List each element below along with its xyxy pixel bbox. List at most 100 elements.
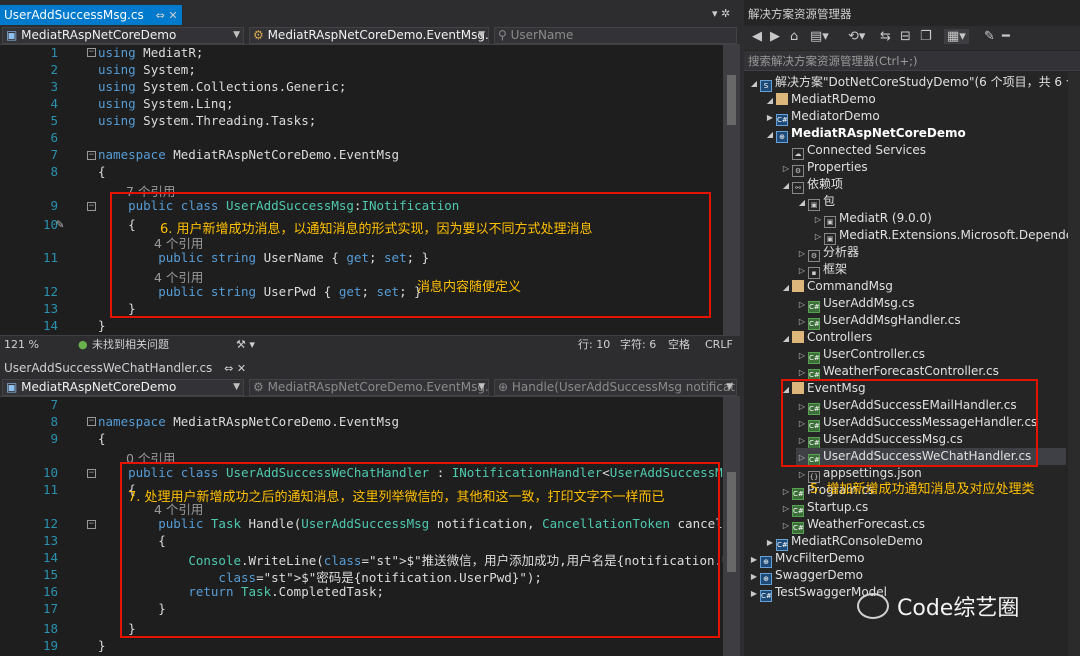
collapse-arrow-icon[interactable]: ▷ <box>780 160 792 177</box>
project-combo[interactable]: ▣ MediatRAspNetCoreDemo ▼ <box>2 379 244 396</box>
line-number: 13 <box>42 533 58 548</box>
collapse-arrow-icon[interactable]: ▶ <box>764 109 776 126</box>
tree-item-properties[interactable]: ▷ ⚙ Properties <box>780 159 868 177</box>
tree-item-dependencies[interactable]: ◢ ⚯ 依赖项 <box>780 176 843 194</box>
brush-icon[interactable]: ⚒ ▾ <box>236 336 255 354</box>
solution-search-input[interactable]: 搜索解决方案资源管理器(Ctrl+;) <box>744 51 1080 71</box>
tree-scrollbar[interactable] <box>1068 72 1080 656</box>
tree-item-useraddmsghandler[interactable]: ▷ C# UserAddMsgHandler.cs <box>796 312 961 330</box>
tree-item-mediatr[interactable]: ▷ ▣ MediatR (9.0.0) <box>812 210 932 228</box>
tree-item-label: MediatR.Extensions.Microsoft.DependencyI <box>839 228 1080 242</box>
collapse-arrow-icon[interactable]: ▷ <box>796 296 808 313</box>
collapse-arrow-icon[interactable]: ▷ <box>812 228 824 245</box>
pin-icon[interactable]: ⇔ <box>224 362 233 375</box>
tree-item-weatherforecastcontroller[interactable]: ▷ C# WeatherForecastController.cs <box>796 363 999 381</box>
collapse-toggle[interactable]: − <box>87 469 96 478</box>
expand-arrow-icon[interactable]: ◢ <box>764 92 776 109</box>
class-combo[interactable]: ⚙ MediatRAspNetCoreDemo.EventMsg.Us ▼ <box>249 27 489 44</box>
tree-item-label: 包 <box>823 194 836 208</box>
tree-item-label: MediatRDemo <box>791 92 876 106</box>
panel-title: 解决方案资源管理器 <box>748 7 852 21</box>
back-icon[interactable]: ◀ <box>752 29 762 44</box>
tree-item-mediatrdemo[interactable]: ◢ MediatRDemo <box>764 91 876 108</box>
line-number: 19 <box>42 638 58 653</box>
tree-item-packages[interactable]: ◢ ▣ 包 <box>796 193 836 211</box>
collapse-arrow-icon[interactable]: ▷ <box>796 262 808 279</box>
zoom-level[interactable]: 121 % <box>4 336 39 354</box>
collapse-arrow-icon[interactable]: ▶ <box>748 568 760 585</box>
tree-item-mediatr-extensions[interactable]: ▷ ▣ MediatR.Extensions.Microsoft.Dependenc… <box>812 227 1080 245</box>
collapse-arrow-icon[interactable]: ▷ <box>796 313 808 330</box>
collapse-toggle[interactable]: − <box>87 151 96 160</box>
csharp-project-icon: ▣ <box>6 28 22 42</box>
forward-icon[interactable]: ▶ <box>770 29 780 44</box>
issues-label[interactable]: 未找到相关问题 <box>92 336 169 354</box>
collapse-toggle[interactable]: − <box>87 417 96 426</box>
tab-wechat-handler[interactable]: UserAddSuccessWeChatHandler.cs ⇔ ✕ <box>0 358 251 378</box>
collapse-arrow-icon[interactable]: ▷ <box>812 211 824 228</box>
expand-arrow-icon[interactable]: ◢ <box>764 126 776 143</box>
collapse-arrow-icon[interactable]: ▶ <box>764 534 776 551</box>
tree-item-mediatordemo[interactable]: ▶ C# MediatorDemo <box>764 108 880 126</box>
expand-arrow-icon[interactable]: ◢ <box>748 75 760 92</box>
tree-item-swaggerdemo[interactable]: ▶ ⊕ SwaggerDemo <box>748 567 863 585</box>
collapse-all-icon[interactable]: ⊟ <box>900 29 911 44</box>
show-all-files-icon[interactable]: ▦▾ <box>944 29 969 44</box>
scroll-thumb[interactable] <box>727 75 736 125</box>
member-combo[interactable]: ⚲ UserName <box>494 27 737 44</box>
tree-item-connected-services[interactable]: ☁ Connected Services <box>780 142 926 160</box>
tree-item-usercontroller[interactable]: ▷ C# UserController.cs <box>796 346 925 364</box>
history-icon[interactable]: ⟲▾ <box>848 29 865 44</box>
annotation-7: 7. 处理用户新增成功之后的通知消息，这里列举微信的，其他和这一致，打印文字不一… <box>128 490 665 505</box>
tree-item-startup[interactable]: ▷ C# Startup.cs <box>780 499 868 517</box>
line-number: 16 <box>42 584 58 599</box>
tree-item-commandmsg[interactable]: ◢ CommandMsg <box>780 278 893 295</box>
collapse-arrow-icon[interactable]: ▷ <box>796 245 808 262</box>
tree-item-analyzers[interactable]: ▷ ⚙ 分析器 <box>796 244 859 262</box>
class-combo[interactable]: ⚙ MediatRAspNetCoreDemo.EventMsg.Us ▼ <box>249 379 489 396</box>
expand-arrow-icon[interactable]: ◢ <box>780 177 792 194</box>
expand-arrow-icon[interactable]: ◢ <box>796 194 808 211</box>
tree-item-mediatrconsoledemo[interactable]: ▶ C# MediatRConsoleDemo <box>764 533 923 551</box>
tree-item-mvcfilterdemo[interactable]: ▶ ⊕ MvcFilterDemo <box>748 550 864 568</box>
tree-item-mediatraspnetcoredemo[interactable]: ◢ ⊕ MediatRAspNetCoreDemo <box>764 125 966 143</box>
switch-views-icon[interactable]: ▤▾ <box>810 29 829 44</box>
scroll-thumb[interactable] <box>727 472 736 572</box>
close-icon[interactable]: ✕ <box>168 9 177 22</box>
tab-user-add-success-msg[interactable]: UserAddSuccessMsg.cs ⇔ ✕ <box>0 5 182 25</box>
tree-item-frameworks[interactable]: ▷ ▪ 框架 <box>796 261 847 279</box>
line-number: 7 <box>50 147 58 162</box>
close-icon[interactable]: ✕ <box>237 362 246 375</box>
copy-icon[interactable]: ❐ <box>920 29 932 44</box>
collapse-toggle[interactable]: − <box>87 520 96 529</box>
tree-item-useraddmsg[interactable]: ▷ C# UserAddMsg.cs <box>796 295 914 313</box>
preview-icon[interactable]: ━ <box>1002 29 1010 44</box>
tree-item-solution[interactable]: ◢ S 解决方案"DotNetCoreStudyDemo"(6 个项目，共 6 个) <box>748 74 1080 92</box>
tree-item-controllers[interactable]: ◢ Controllers <box>780 329 872 346</box>
project-combo[interactable]: ▣ MediatRAspNetCoreDemo ▼ <box>2 27 244 44</box>
pin-icon[interactable]: ⇔ <box>156 9 165 22</box>
expand-arrow-icon[interactable]: ◢ <box>780 279 792 296</box>
watermark: Code综艺圈 <box>857 590 1019 622</box>
collapse-arrow-icon[interactable]: ▷ <box>796 347 808 364</box>
properties-icon[interactable]: ✎ <box>984 29 995 44</box>
collapse-arrow-icon[interactable]: ▷ <box>780 517 792 534</box>
vertical-scrollbar[interactable] <box>723 45 740 335</box>
home-icon[interactable]: ⌂ <box>790 29 798 44</box>
tree-item-weatherforecast[interactable]: ▷ C# WeatherForecast.cs <box>780 516 925 534</box>
code-line: using MediatR; <box>98 45 204 60</box>
vertical-scrollbar[interactable] <box>723 397 740 656</box>
quick-actions-icon[interactable]: ✎ <box>56 217 64 232</box>
collapse-arrow-icon[interactable]: ▶ <box>748 585 760 602</box>
collapse-arrow-icon[interactable]: ▷ <box>780 500 792 517</box>
tab-dropdown-icon[interactable]: ▾ ✲ <box>712 7 730 20</box>
member-combo[interactable]: ⊕ Handle(UserAddSuccessMsg notification ▼ <box>494 379 737 396</box>
collapse-arrow-icon[interactable]: ▷ <box>780 483 792 500</box>
collapse-arrow-icon[interactable]: ▷ <box>796 466 808 483</box>
collapse-arrow-icon[interactable]: ▶ <box>748 551 760 568</box>
collapse-toggle[interactable]: − <box>87 48 96 57</box>
line-number: 14 <box>42 318 58 333</box>
collapse-toggle[interactable]: − <box>87 202 96 211</box>
sync-icon[interactable]: ⇆ <box>880 29 891 44</box>
expand-arrow-icon[interactable]: ◢ <box>780 330 792 347</box>
